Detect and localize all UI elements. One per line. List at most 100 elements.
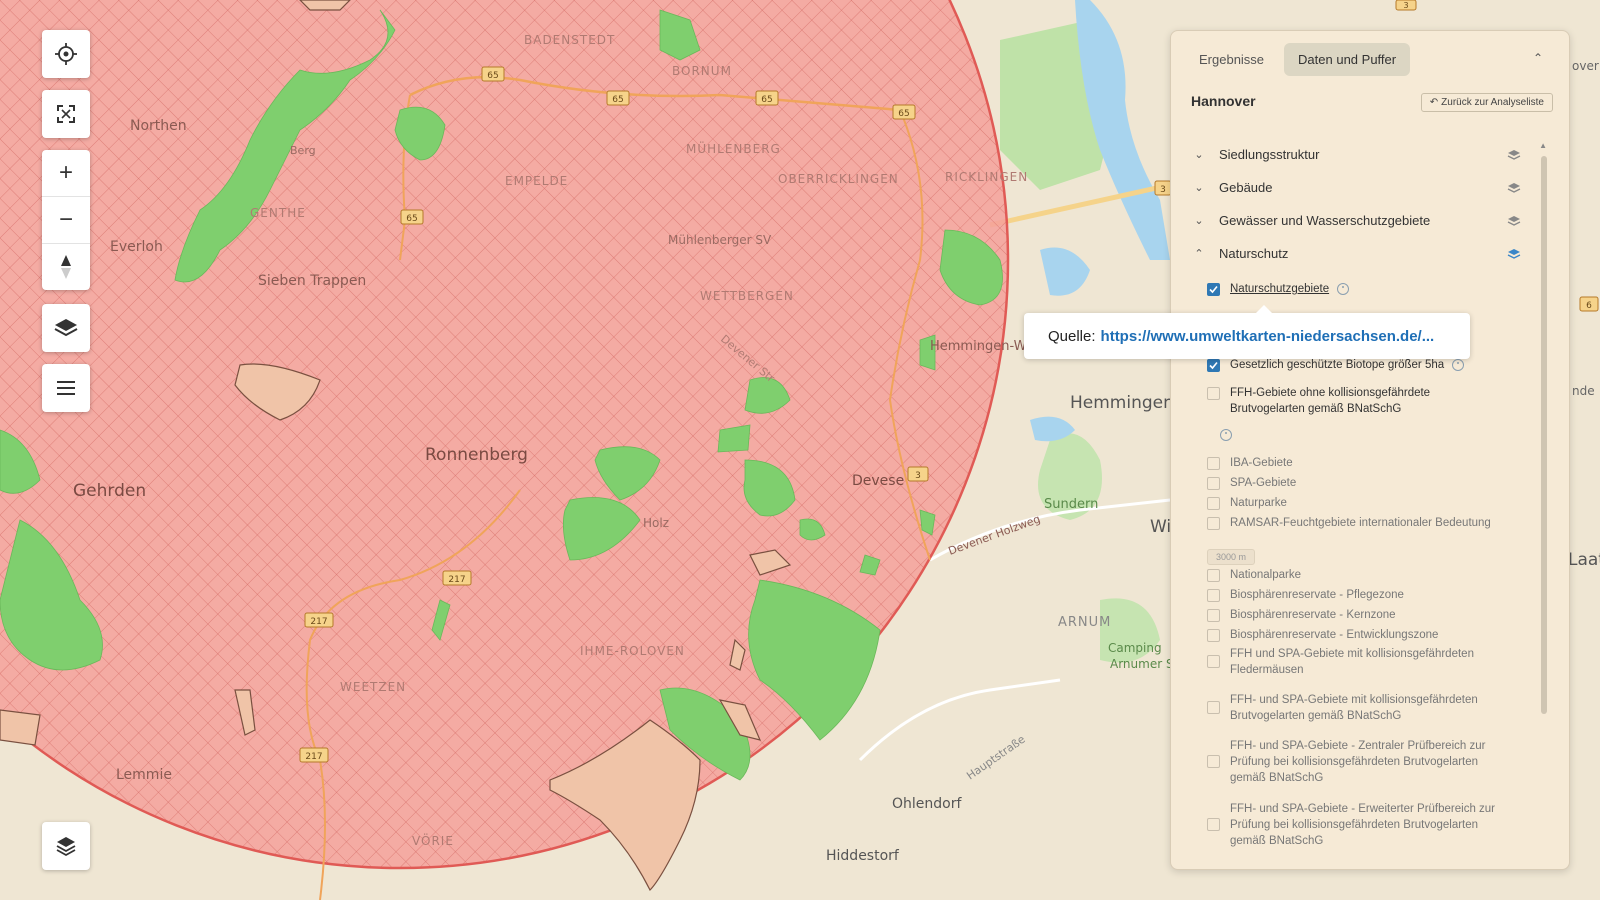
layer-ffh-brutvogel[interactable]: FFH- und SPA-Gebiete mit kollisionsgefäh… [1207,692,1497,724]
section-siedlungsstruktur[interactable]: ⌄ Siedlungsstruktur [1191,147,1521,162]
road-shield: 217 [442,570,472,586]
info-icon[interactable] [1452,359,1465,371]
svg-text:3: 3 [1160,185,1166,195]
analysis-panel: Ergebnisse Daten und Puffer ⌃ Hannover ↶… [1170,30,1570,870]
info-icon[interactable] [1337,283,1350,295]
layer-label: FFH- und SPA-Gebiete mit kollisionsgefäh… [1230,694,1478,722]
tab-bar: Ergebnisse Daten und Puffer [1185,43,1411,76]
place-label: Hemmingen [1070,393,1174,413]
zoom-in-button[interactable]: + [42,150,90,197]
menu-button[interactable] [42,364,90,412]
tab-ergebnisse[interactable]: Ergebnisse [1185,43,1278,76]
place-label: WETTBERGEN [700,289,794,303]
checkbox[interactable] [1207,387,1220,400]
checkbox-checked[interactable] [1207,359,1220,372]
place-label: Laat [1568,550,1600,570]
tooltip-prefix: Quelle: [1048,327,1096,345]
section-gebaeude[interactable]: ⌄ Gebäude [1191,180,1521,195]
layer-label: FFH-Gebiete ohne kollisionsgefährdete Br… [1230,387,1431,415]
compass-button[interactable] [42,244,90,290]
place-label: IHME-ROLOVEN [580,644,685,658]
layer-nationalparke[interactable]: Nationalparke [1207,567,1497,583]
back-label: Zurück zur Analyseliste [1441,97,1544,108]
layers-button[interactable] [42,304,90,352]
layer-ffh-fledermaeuse[interactable]: FFH und SPA-Gebiete mit kollisionsgefähr… [1207,646,1497,678]
layers-icon[interactable] [1507,149,1521,161]
back-to-list-button[interactable]: ↶ Zurück zur Analyseliste [1420,93,1553,112]
layer-ffh-erweitert[interactable]: FFH- und SPA-Gebiete - Erweiterter Prüfb… [1207,801,1497,849]
layers-icon[interactable] [1507,215,1521,227]
checkbox[interactable] [1207,457,1220,470]
layers-icon[interactable] [1507,182,1521,194]
section-label: Naturschutz [1219,246,1289,261]
svg-text:217: 217 [448,575,465,585]
layer-label: FFH- und SPA-Gebiete - Zentraler Prüfber… [1230,740,1486,784]
layer-naturschutzgebiete[interactable]: Naturschutzgebiete [1207,281,1497,297]
layer-bio-kern[interactable]: Biosphärenreservate - Kernzone [1207,607,1497,623]
layer-ffh-zentral[interactable]: FFH- und SPA-Gebiete - Zentraler Prüfber… [1207,738,1497,786]
layer-ramsar[interactable]: RAMSAR-Feuchtgebiete internationaler Bed… [1207,515,1497,531]
chevron-up-icon: ⌃ [1194,248,1204,260]
layer-biotope[interactable]: Gesetzlich geschützte Biotope größer 5ha [1207,357,1497,373]
checkbox[interactable] [1207,629,1220,642]
checkbox[interactable] [1207,477,1220,490]
place-label: Ohlendorf [892,796,962,812]
checkbox[interactable] [1207,497,1220,510]
section-gewaesser[interactable]: ⌄ Gewässer und Wasserschutzgebiete [1191,213,1521,228]
layers-icon[interactable] [1507,248,1521,260]
road-shield: 217 [304,612,334,628]
road-shield: 3 [907,466,929,482]
svg-text:65: 65 [612,95,623,105]
zoom-in-label: + [58,159,73,186]
place-label: BADENSTEDT [524,33,615,47]
place-label: Mühlenberger SV [668,233,772,247]
scroll-up-arrow[interactable]: ▲ [1539,141,1547,150]
zoom-out-button[interactable]: − [42,197,90,244]
road-shield: 3 [1395,0,1417,11]
buffer-distance-input[interactable]: 3000 m [1207,549,1256,565]
checkbox[interactable] [1207,755,1220,768]
panel-title: Hannover [1191,93,1256,109]
zoom-controls: + − [42,150,90,290]
svg-text:65: 65 [406,214,417,224]
place-label: BORNUM [672,64,732,78]
place-label: ARNUM [1058,615,1111,630]
basemap-button[interactable] [42,822,90,870]
svg-text:217: 217 [310,617,327,627]
layer-naturparke[interactable]: Naturparke [1207,495,1497,511]
fullscreen-button[interactable] [42,90,90,138]
source-link[interactable]: https://www.umweltkarten-niedersachsen.d… [1101,328,1435,345]
zoom-out-label: − [58,206,73,233]
layer-bio-pflege[interactable]: Biosphärenreservate - Pflegezone [1207,587,1497,603]
tab-daten-und-puffer[interactable]: Daten und Puffer [1284,43,1411,76]
place-label: Northen [130,118,187,134]
checkbox-checked[interactable] [1207,283,1220,296]
locate-button[interactable] [42,30,90,78]
crosshair-icon [55,43,77,65]
scrollbar[interactable] [1541,156,1547,714]
layer-ffh-ohne[interactable]: FFH-Gebiete ohne kollisionsgefährdete Br… [1207,385,1497,417]
road-shield: 65 [400,209,424,225]
road-shield: 65 [892,104,916,120]
layer-bio-entwicklung[interactable]: Biosphärenreservate - Entwicklungszone [1207,627,1497,643]
layer-spa[interactable]: SPA-Gebiete [1207,475,1497,491]
checkbox[interactable] [1207,701,1220,714]
collapse-panel-button[interactable]: ⌃ [1533,51,1543,65]
checkbox[interactable] [1207,589,1220,602]
place-label: RICKLINGEN [945,170,1028,184]
layer-label: Biosphärenreservate - Entwicklungszone [1230,629,1439,641]
checkbox[interactable] [1207,517,1220,530]
checkbox[interactable] [1207,569,1220,582]
section-naturschutz[interactable]: ⌃ Naturschutz [1191,246,1521,261]
layer-label: FFH und SPA-Gebiete mit kollisionsgefähr… [1230,648,1474,676]
layer-label: Biosphärenreservate - Kernzone [1230,609,1396,621]
info-icon[interactable] [1220,429,1232,441]
layer-iba[interactable]: IBA-Gebiete [1207,455,1497,471]
checkbox[interactable] [1207,818,1220,831]
place-label: Sieben Trappen [258,273,366,289]
place-label: Wi [1150,517,1171,537]
checkbox[interactable] [1207,655,1220,668]
checkbox[interactable] [1207,609,1220,622]
place-label: WEETZEN [340,680,406,694]
place-label: OBERRICKLINGEN [778,172,899,186]
